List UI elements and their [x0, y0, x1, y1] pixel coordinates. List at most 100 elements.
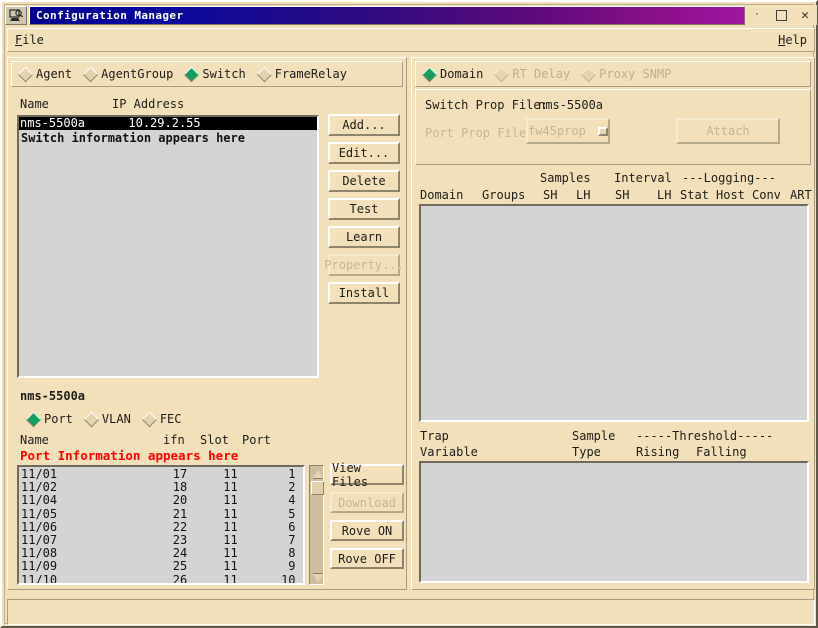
radio-label: FrameRelay: [274, 67, 347, 81]
radio-switch[interactable]: Switch: [184, 66, 246, 82]
domain-table-col-conv: Conv: [752, 188, 781, 202]
domain-table-col-stat: Stat: [680, 188, 709, 202]
domain-table-col-interval-lh: LH: [657, 188, 672, 202]
table-row[interactable]: 11/06 22 11 6: [21, 520, 303, 534]
scrollbar-thumb[interactable]: [311, 481, 324, 495]
port-prop-file-selected-value: fw45prop: [528, 124, 586, 138]
title-bar: Configuration Manager · ✕: [5, 5, 817, 25]
main-content: Agent AgentGroup Switch FrameRelay Name …: [7, 57, 815, 595]
radio-label: Proxy SNMP: [599, 67, 672, 81]
radio-domain[interactable]: Domain: [421, 66, 483, 82]
domain-table-group-header-samples: Samples: [540, 171, 591, 185]
delete-button[interactable]: Delete: [328, 170, 400, 192]
minimize-icon: ·: [754, 10, 760, 20]
port-list-header-slot: Slot: [200, 433, 229, 447]
rove-off-button[interactable]: Rove OFF: [330, 548, 404, 569]
scroll-down-arrow-icon[interactable]: [311, 571, 324, 584]
domain-table-col-groups: Groups: [482, 188, 526, 202]
switch-list-header-name: Name: [20, 97, 49, 111]
radio-diamond-icon: [580, 66, 597, 82]
radio-vlan[interactable]: VLAN: [83, 411, 131, 427]
domain-list[interactable]: [419, 204, 809, 422]
maximize-icon: [775, 9, 787, 21]
attach-button: Attach: [676, 118, 780, 144]
port-prop-file-label: Port Prop File:: [425, 126, 534, 140]
scroll-up-arrow-icon[interactable]: [311, 467, 324, 480]
radio-diamond-icon: [25, 411, 42, 427]
trap-table-header-falling: Falling: [696, 445, 747, 459]
trap-table-header-rising: Rising: [636, 445, 680, 459]
switch-prop-file-value: nms-5500a: [538, 98, 604, 112]
prop-file-section: Switch Prop File: nms-5500a Port Prop Fi…: [415, 89, 811, 165]
menu-help[interactable]: Help: [771, 31, 814, 49]
property-button: Property...: [324, 254, 404, 276]
switch-list-header-ip: IP Address: [112, 97, 185, 111]
radio-framerelay[interactable]: FrameRelay: [256, 66, 347, 82]
radio-label: FEC: [159, 412, 182, 426]
view-files-button[interactable]: View Files: [330, 461, 404, 489]
port-list-header-port: Port: [242, 433, 271, 447]
radio-fec[interactable]: FEC: [141, 411, 182, 427]
port-list-header-name: Name: [20, 433, 49, 447]
maximize-button[interactable]: [769, 6, 793, 25]
test-button[interactable]: Test: [328, 198, 400, 220]
port-list-header-ifn: ifn: [163, 433, 185, 447]
trap-table-header-variable: Variable: [420, 445, 478, 459]
app-icon[interactable]: [5, 5, 27, 25]
domain-table-col-domain: Domain: [420, 188, 464, 202]
table-row[interactable]: 11/10 26 11 10: [21, 573, 303, 583]
radio-diamond-icon: [421, 66, 438, 82]
switch-row-text: nms-5500a 10.29.2.55: [20, 116, 201, 130]
radio-port[interactable]: Port: [25, 411, 73, 427]
radio-rt-delay: RT Delay: [494, 66, 571, 82]
domain-table-col-samples-lh: LH: [576, 188, 591, 202]
domain-table-col-host: Host: [716, 188, 745, 202]
rove-on-button[interactable]: Rove ON: [330, 520, 404, 541]
mode-radio-group: Domain RT Delay Proxy SNMP: [415, 61, 811, 87]
radio-diamond-icon: [83, 411, 100, 427]
switch-list[interactable]: nms-5500a 10.29.2.55 Switch information …: [17, 115, 319, 378]
radio-label: AgentGroup: [101, 67, 174, 81]
port-list[interactable]: 11/01 17 11 1 11/02 18 11 2 11/04 20 11 41…: [17, 465, 305, 585]
radio-label: Switch: [202, 67, 246, 81]
switch-list-hint: Switch information appears here: [21, 131, 245, 146]
port-list-hint: Port Information appears here: [20, 448, 239, 463]
edit-button[interactable]: Edit...: [328, 142, 400, 164]
trap-table-header-type: Type: [572, 445, 601, 459]
left-panel: Agent AgentGroup Switch FrameRelay Name …: [7, 57, 407, 590]
trap-list[interactable]: [419, 461, 809, 583]
radio-diamond-icon: [184, 66, 200, 82]
table-row[interactable]: 11/05 21 11 5: [21, 507, 303, 521]
radio-agent[interactable]: Agent: [17, 66, 73, 82]
port-type-radio-group: Port VLAN FEC: [25, 409, 228, 429]
right-panel: Domain RT Delay Proxy SNMP Switch Prop F…: [411, 57, 815, 590]
domain-table-col-samples-sh: SH: [543, 188, 558, 202]
radio-diamond-icon: [494, 66, 510, 82]
learn-button[interactable]: Learn: [328, 226, 400, 248]
table-row[interactable]: 11/09 25 11 9: [21, 560, 303, 573]
selected-switch-name: nms-5500a: [20, 389, 86, 403]
radio-label: RT Delay: [512, 67, 571, 81]
port-list-scrollbar[interactable]: [309, 465, 324, 585]
device-type-radio-group: Agent AgentGroup Switch FrameRelay: [11, 61, 403, 87]
install-button[interactable]: Install: [328, 282, 400, 304]
radio-agentgroup[interactable]: AgentGroup: [82, 66, 174, 82]
minimize-button[interactable]: ·: [745, 6, 769, 25]
radio-diamond-icon: [17, 66, 34, 82]
chevron-down-icon: [597, 126, 608, 136]
domain-table-group-header-interval: Interval: [614, 171, 672, 185]
trap-table-header-trap: Trap: [420, 429, 449, 443]
menu-file[interactable]: File: [8, 31, 51, 49]
close-button[interactable]: ✕: [793, 6, 817, 25]
menu-file-label: ile: [22, 33, 44, 47]
menu-help-label: elp: [785, 33, 807, 47]
table-row[interactable]: nms-5500a 10.29.2.55: [19, 116, 317, 131]
add-button[interactable]: Add...: [328, 114, 400, 136]
domain-table-group-header-logging: ---Logging---: [682, 171, 776, 185]
menu-bar: File Help: [7, 28, 815, 52]
switch-prop-file-label: Switch Prop File:: [425, 98, 548, 112]
table-row[interactable]: 11/04 20 11 4: [21, 494, 303, 507]
window-title: Configuration Manager: [36, 8, 184, 22]
port-prop-file-dropdown: fw45prop: [526, 118, 610, 144]
radio-label: Agent: [36, 67, 73, 81]
